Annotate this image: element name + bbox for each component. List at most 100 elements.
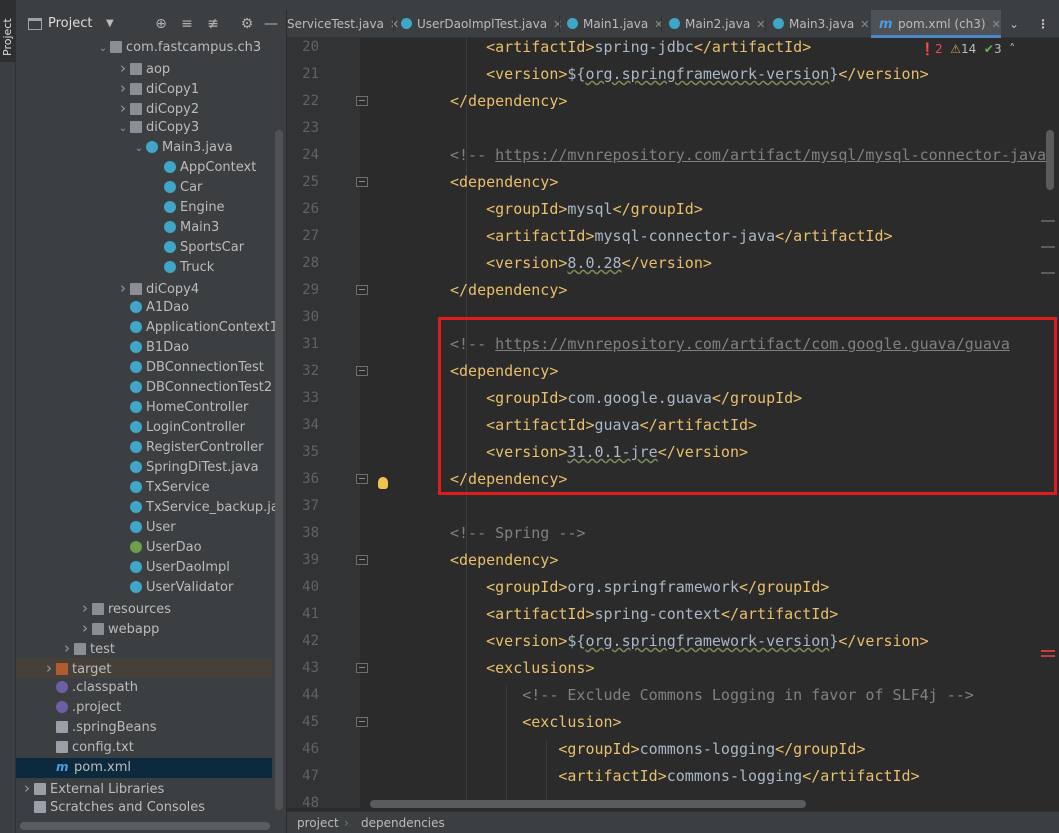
inspection-widget[interactable]: ❗2 ⚠14 ✔3 ˄ xyxy=(920,42,1040,60)
close-icon[interactable]: ✕ xyxy=(553,18,562,31)
tree-item[interactable]: HomeController xyxy=(16,398,272,418)
tree-item[interactable]: › webapp xyxy=(16,618,272,638)
code-line[interactable]: <artifactId>spring-jdbc</artifactId> xyxy=(450,38,811,61)
code-line[interactable]: <!-- Exclude Commons Logging in favor of… xyxy=(450,682,974,709)
chevron-down-icon[interactable]: ⌄ xyxy=(132,139,146,159)
close-icon[interactable]: ✕ xyxy=(992,18,1001,31)
tab-list-chevron-down-icon[interactable]: ⌄ xyxy=(1009,10,1029,38)
code-line[interactable]: <dependency> xyxy=(450,169,558,196)
tree-item[interactable]: DBConnectionTest2 xyxy=(16,378,272,398)
tree-item[interactable]: Truck xyxy=(16,258,272,278)
tree-item[interactable]: User xyxy=(16,518,272,538)
tree-item[interactable]: SpringDiTest.java xyxy=(16,458,272,478)
expand-all-icon[interactable]: ≡ xyxy=(178,15,196,33)
editor-vertical-scrollbar[interactable] xyxy=(1046,130,1054,190)
locate-icon[interactable]: ⊕ xyxy=(152,15,170,33)
tree-item[interactable]: › test xyxy=(16,638,272,658)
tree-item[interactable]: B1Dao xyxy=(16,338,272,358)
code-line[interactable]: <exclusion> xyxy=(450,709,621,736)
tree-item[interactable]: ⌄ diCopy3 xyxy=(16,118,272,138)
chevron-down-icon[interactable]: ⌄ xyxy=(116,119,130,139)
project-horizontal-scrollbar[interactable] xyxy=(20,822,270,830)
tree-item[interactable]: ⌄ Main3.java xyxy=(16,138,272,158)
close-icon[interactable]: ✕ xyxy=(390,18,399,31)
tab-main3[interactable]: Main3.java ✕ xyxy=(773,10,869,38)
code-line[interactable]: <artifactId>mysql-connector-java</artifa… xyxy=(450,223,892,250)
tree-item[interactable]: .classpath xyxy=(16,678,272,698)
hide-panel-icon[interactable]: — xyxy=(262,15,280,33)
code-line[interactable]: <exclusions> xyxy=(450,655,594,682)
tree-item[interactable]: Main3 xyxy=(16,218,272,238)
tree-item[interactable]: Scratches and Consoles xyxy=(16,798,272,818)
tree-item[interactable]: .springBeans xyxy=(16,718,272,738)
editor-horizontal-scrollbar[interactable] xyxy=(370,800,806,808)
more-options-icon[interactable]: ⋮ xyxy=(1037,10,1053,38)
chevron-up-icon[interactable]: ˄ xyxy=(1009,42,1015,56)
tree-item[interactable]: › diCopy4 xyxy=(16,278,272,298)
tab-main1[interactable]: Main1.java ✕ xyxy=(567,10,663,38)
breadcrumb-item-dependencies[interactable]: dependencies xyxy=(361,812,445,833)
code-line[interactable]: <!-- https://mvnrepository.com/artifact/… xyxy=(450,142,1046,169)
chevron-right-icon[interactable]: › xyxy=(78,618,92,638)
tree-item[interactable]: LoginController xyxy=(16,418,272,438)
tree-item[interactable]: m pom.xml xyxy=(16,758,272,778)
fold-marker-icon[interactable] xyxy=(356,555,368,565)
chevron-down-icon[interactable]: ⌄ xyxy=(96,39,110,59)
tree-item[interactable]: config.txt xyxy=(16,738,272,758)
tree-item[interactable]: .project xyxy=(16,698,272,718)
code-line[interactable]: <groupId>org.springframework</groupId> xyxy=(450,574,829,601)
project-vertical-scrollbar[interactable] xyxy=(275,130,283,810)
chevron-right-icon[interactable]: › xyxy=(116,78,130,98)
tree-item[interactable]: › target xyxy=(16,658,272,678)
code-line[interactable]: </dependency> xyxy=(450,277,567,304)
chevron-right-icon[interactable]: › xyxy=(42,658,56,678)
code-line[interactable]: </dependency> xyxy=(450,88,567,115)
tree-item[interactable]: DBConnectionTest xyxy=(16,358,272,378)
chevron-right-icon[interactable]: › xyxy=(116,98,130,118)
close-icon[interactable]: ✕ xyxy=(860,18,869,31)
chevron-right-icon[interactable]: › xyxy=(116,278,130,298)
tree-item[interactable]: ApplicationContext1 xyxy=(16,318,278,338)
chevron-right-icon[interactable]: › xyxy=(20,778,34,798)
tree-item[interactable]: Car xyxy=(16,178,272,198)
code-line[interactable]: <dependency> xyxy=(450,547,558,574)
code-line[interactable]: <version>${org.springframework-version}<… xyxy=(450,61,929,88)
chevron-right-icon[interactable]: › xyxy=(60,638,74,658)
fold-marker-icon[interactable] xyxy=(356,663,368,673)
code-line[interactable]: <artifactId>spring-context</artifactId> xyxy=(450,601,838,628)
fold-marker-icon[interactable] xyxy=(356,474,368,484)
tab-main2[interactable]: Main2.java ✕ xyxy=(669,10,767,38)
url-link[interactable]: https://mvnrepository.com/artifact/mysql… xyxy=(495,146,1046,164)
tree-item[interactable]: TxService xyxy=(16,478,272,498)
chevron-down-icon[interactable]: ▼ xyxy=(106,18,114,29)
tree-item[interactable]: UserValidator xyxy=(16,578,272,598)
tree-item[interactable]: UserDao xyxy=(16,538,272,558)
tree-item[interactable]: › resources xyxy=(16,598,272,618)
tree-item[interactable]: › aop xyxy=(16,58,272,78)
gear-icon[interactable]: ⚙ xyxy=(238,15,256,33)
tree-item[interactable]: › diCopy1 xyxy=(16,78,272,98)
tab-pom-xml[interactable]: m pom.xml (ch3) ✕ xyxy=(871,10,1001,38)
tree-item[interactable]: › External Libraries xyxy=(16,778,272,798)
tree-item[interactable]: RegisterController xyxy=(16,438,272,458)
fold-marker-icon[interactable] xyxy=(356,366,368,376)
code-line[interactable]: <!-- Spring --> xyxy=(450,520,585,547)
fold-marker-icon[interactable] xyxy=(356,177,368,187)
chevron-right-icon[interactable]: › xyxy=(116,58,130,78)
breadcrumb-item-project[interactable]: project xyxy=(297,812,339,833)
code-line[interactable]: <version>8.0.28</version> xyxy=(450,250,712,277)
tree-item[interactable]: UserDaoImpl xyxy=(16,558,272,578)
code-line[interactable]: <version>${org.springframework-version}<… xyxy=(450,628,929,655)
tree-item[interactable]: A1Dao xyxy=(16,298,272,318)
tree-item[interactable]: TxService_backup.ja xyxy=(16,498,279,518)
tab-user-dao-impl-test[interactable]: UserDaoImplTest.java ✕ xyxy=(401,10,562,38)
tree-item[interactable]: › diCopy2 xyxy=(16,98,272,118)
code-line[interactable]: <groupId>commons-logging</groupId> xyxy=(450,736,865,763)
fold-marker-icon[interactable] xyxy=(356,717,368,727)
tree-item[interactable]: ⌄ com.fastcampus.ch3 xyxy=(16,38,272,58)
tree-item[interactable]: AppContext xyxy=(16,158,272,178)
code-line[interactable]: <groupId>mysql</groupId> xyxy=(450,196,703,223)
lightbulb-icon[interactable] xyxy=(378,477,388,489)
code-line[interactable]: <artifactId>commons-logging</artifactId> xyxy=(450,763,919,790)
tree-item[interactable]: SportsCar xyxy=(16,238,272,258)
